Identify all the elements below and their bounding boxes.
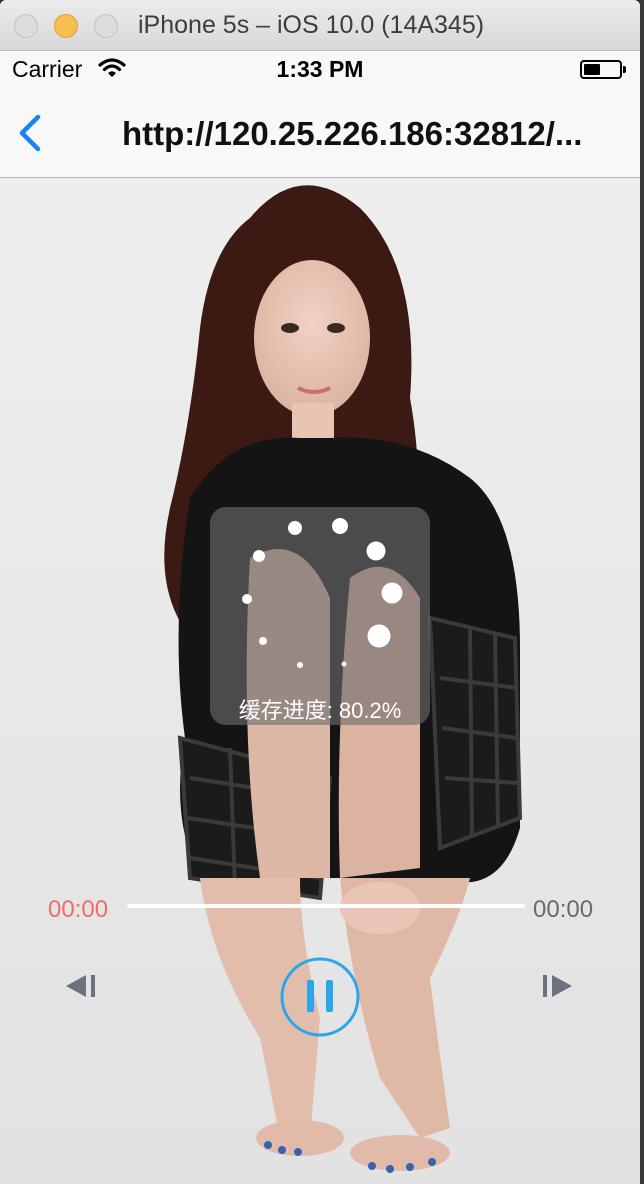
simulator-window: iPhone 5s – iOS 10.0 (14A345) Carrier 1:… [0, 0, 640, 1184]
pause-icon [307, 980, 314, 1012]
window-titlebar: iPhone 5s – iOS 10.0 (14A345) [0, 0, 640, 51]
back-chevron-icon[interactable] [12, 109, 52, 157]
navigation-bar: http://120.25.226.186:32812/... [0, 89, 640, 178]
status-bar: Carrier 1:33 PM [0, 51, 640, 89]
skip-previous-icon[interactable] [62, 973, 98, 999]
pause-button[interactable] [280, 957, 360, 1037]
status-time: 1:33 PM [276, 56, 364, 82]
total-time-label: 00:00 [533, 896, 594, 923]
window-minimize-button[interactable] [54, 14, 78, 38]
progress-slider[interactable] [127, 904, 525, 908]
buffering-indicator: 缓存进度: 80.2% [210, 507, 430, 725]
skip-next-icon[interactable] [540, 973, 576, 999]
video-player[interactable]: 缓存进度: 80.2% 00:00 00:00 [0, 178, 640, 1184]
device-screen: Carrier 1:33 PM http://120.25.226.186:32… [0, 51, 640, 1184]
current-time-label: 00:00 [48, 896, 109, 923]
window-zoom-button[interactable] [94, 14, 118, 38]
window-close-button[interactable] [14, 14, 38, 38]
loading-spinner-icon [242, 518, 403, 668]
window-title: iPhone 5s – iOS 10.0 (14A345) [138, 11, 485, 39]
window-right-edge [640, 0, 644, 1184]
nav-title: http://120.25.226.186:32812/... [122, 115, 583, 152]
buffer-progress-text: 缓存进度: 80.2% [238, 698, 402, 723]
battery-icon [580, 60, 626, 79]
